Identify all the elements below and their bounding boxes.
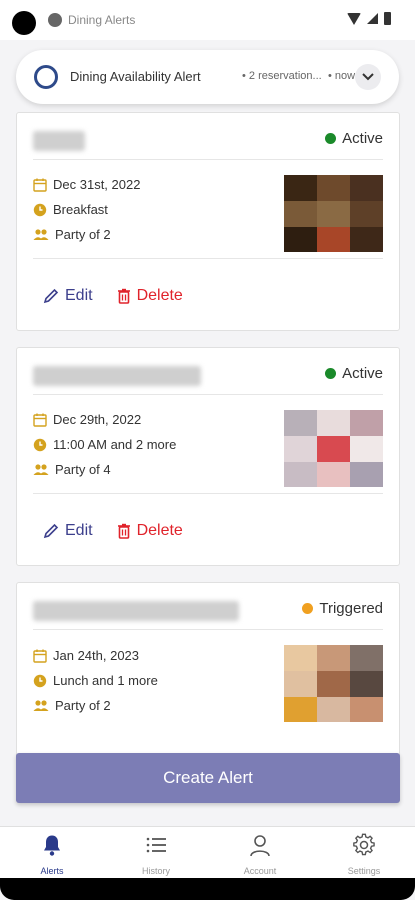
notification-expand-button[interactable] bbox=[355, 64, 381, 90]
people-icon bbox=[33, 228, 49, 240]
create-alert-button[interactable]: Create Alert bbox=[16, 753, 400, 803]
status-dot bbox=[325, 368, 337, 379]
nav-label: History bbox=[141, 866, 170, 876]
nav-label: Account bbox=[243, 866, 277, 876]
alert-card: Triggered Jan 24th, 2023 Lunch and 1 mor… bbox=[16, 582, 400, 782]
camera-cutout bbox=[12, 11, 36, 35]
alert-meal: Breakfast bbox=[53, 202, 108, 217]
alert-party: Party of 4 bbox=[55, 462, 111, 477]
restaurant-thumbnail bbox=[284, 410, 383, 487]
bottom-navigation: Alerts History Account Settings bbox=[0, 826, 415, 878]
alert-party: Party of 2 bbox=[55, 698, 111, 713]
party-row: Party of 2 bbox=[33, 698, 111, 713]
nav-label: Settings bbox=[347, 866, 381, 876]
alert-date: Dec 29th, 2022 bbox=[53, 412, 142, 427]
nav-item-account[interactable]: Account bbox=[208, 827, 312, 879]
nav-item-history[interactable]: History bbox=[104, 827, 208, 879]
edit-button[interactable]: Edit bbox=[43, 522, 93, 540]
status-app-name: Dining Alerts bbox=[68, 13, 136, 27]
divider bbox=[33, 394, 383, 395]
person-icon bbox=[250, 835, 270, 857]
trash-icon bbox=[117, 288, 130, 304]
card-actions: Edit Delete bbox=[43, 287, 183, 305]
status-label: Triggered bbox=[319, 600, 383, 617]
status-dot bbox=[302, 603, 314, 614]
edit-label: Edit bbox=[65, 522, 93, 539]
clock-icon bbox=[33, 674, 47, 687]
date-row: Dec 31st, 2022 bbox=[33, 177, 140, 192]
notification-subtitle: • 2 reservation... bbox=[242, 70, 322, 82]
date-row: Dec 29th, 2022 bbox=[33, 412, 141, 427]
status-icons bbox=[347, 12, 391, 25]
divider bbox=[33, 159, 383, 160]
people-icon bbox=[33, 699, 49, 711]
app-notification-icon bbox=[48, 13, 62, 27]
calendar-icon bbox=[33, 178, 47, 192]
restaurant-thumbnail bbox=[284, 645, 383, 722]
status-badge: Active bbox=[325, 365, 383, 382]
meal-row: Lunch and 1 more bbox=[33, 673, 158, 688]
delete-button[interactable]: Delete bbox=[117, 522, 183, 540]
status-badge: Active bbox=[325, 130, 383, 147]
date-row: Jan 24th, 2023 bbox=[33, 648, 139, 663]
cell-signal-icon bbox=[367, 13, 378, 24]
notification-title: Dining Availability Alert bbox=[70, 69, 201, 84]
delete-button[interactable]: Delete bbox=[117, 287, 183, 305]
heads-up-notification[interactable]: Dining Availability Alert • 2 reservatio… bbox=[16, 50, 399, 104]
alert-meal: 11:00 AM and 2 more bbox=[53, 437, 177, 452]
alert-card: Active Dec 29th, 2022 11:00 AM and 2 mor… bbox=[16, 347, 400, 566]
party-row: Party of 2 bbox=[33, 227, 111, 242]
wifi-icon bbox=[347, 12, 361, 25]
alert-card: Active Dec 31st, 2022 Breakfast Party of… bbox=[16, 112, 400, 331]
alert-party: Party of 2 bbox=[55, 227, 111, 242]
people-icon bbox=[33, 463, 49, 475]
alert-date: Jan 24th, 2023 bbox=[53, 648, 140, 663]
divider bbox=[33, 258, 383, 259]
status-badge: Triggered bbox=[302, 600, 383, 617]
trash-icon bbox=[117, 523, 130, 539]
calendar-icon bbox=[33, 413, 47, 427]
meal-row: 11:00 AM and 2 more bbox=[33, 437, 176, 452]
restaurant-name-blurred bbox=[33, 601, 239, 621]
battery-icon bbox=[384, 12, 391, 25]
notification-time: • now bbox=[328, 70, 356, 82]
notification-subtitle-text: 2 reservation... bbox=[248, 70, 322, 82]
status-bar: Dining Alerts bbox=[0, 0, 415, 40]
calendar-icon bbox=[33, 649, 47, 663]
nav-item-settings[interactable]: Settings bbox=[312, 827, 415, 879]
clock-icon bbox=[33, 438, 47, 451]
card-actions: Edit Delete bbox=[43, 522, 183, 540]
gear-icon bbox=[353, 833, 375, 856]
party-row: Party of 4 bbox=[33, 462, 111, 477]
edit-button[interactable]: Edit bbox=[43, 287, 93, 305]
alert-date: Dec 31st, 2022 bbox=[53, 177, 141, 192]
system-navigation-bar bbox=[0, 878, 415, 900]
notification-app-icon bbox=[34, 65, 58, 89]
status-dot bbox=[325, 133, 337, 144]
divider bbox=[33, 629, 383, 630]
restaurant-thumbnail bbox=[284, 175, 383, 252]
list-icon bbox=[146, 837, 166, 853]
restaurant-name-blurred bbox=[33, 366, 201, 386]
nav-label: Alerts bbox=[40, 866, 64, 876]
status-label: Active bbox=[342, 365, 383, 382]
delete-label: Delete bbox=[136, 522, 183, 539]
pencil-icon bbox=[43, 523, 59, 539]
chevron-down-icon bbox=[362, 73, 374, 81]
restaurant-name-blurred bbox=[33, 131, 85, 151]
edit-label: Edit bbox=[65, 287, 93, 304]
alert-meal: Lunch and 1 more bbox=[53, 673, 158, 688]
meal-row: Breakfast bbox=[33, 202, 108, 217]
status-label: Active bbox=[342, 130, 383, 147]
nav-item-alerts[interactable]: Alerts bbox=[0, 827, 104, 879]
clock-icon bbox=[33, 203, 47, 216]
notification-separator: • bbox=[242, 70, 246, 82]
pencil-icon bbox=[43, 288, 59, 304]
delete-label: Delete bbox=[136, 287, 183, 304]
bell-icon bbox=[44, 835, 60, 856]
divider bbox=[33, 493, 383, 494]
